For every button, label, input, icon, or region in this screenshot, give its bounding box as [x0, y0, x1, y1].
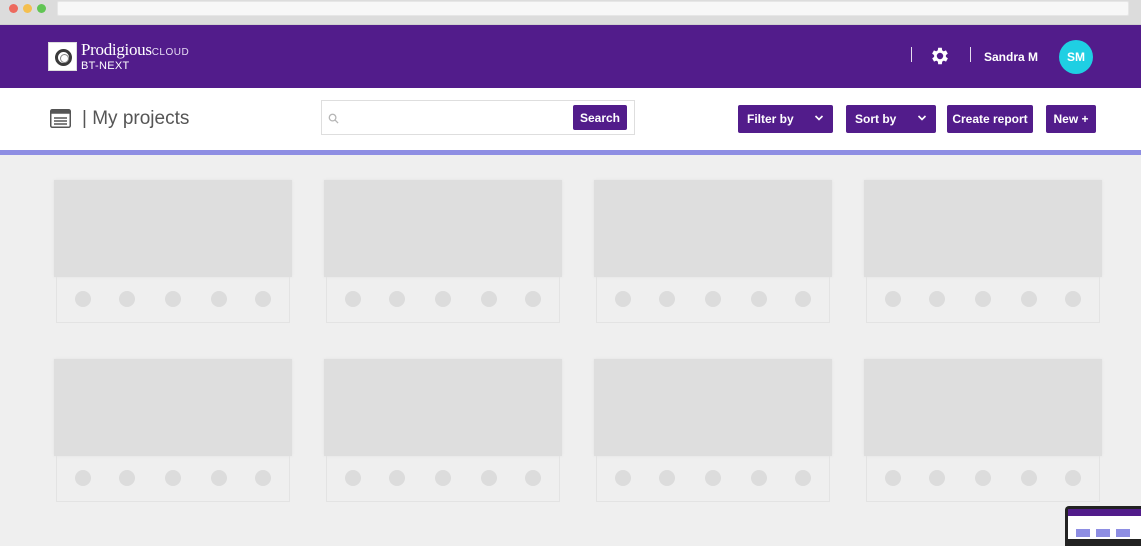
project-card-footer — [866, 277, 1100, 323]
placeholder-dot — [165, 291, 181, 307]
placeholder-dot — [615, 291, 631, 307]
placeholder-dot — [165, 470, 181, 486]
placeholder-dot — [435, 470, 451, 486]
placeholder-dot — [435, 291, 451, 307]
project-thumbnail-placeholder — [864, 359, 1102, 456]
placeholder-dot — [345, 470, 361, 486]
placeholder-dot — [885, 291, 901, 307]
placeholder-dot — [345, 291, 361, 307]
placeholder-dot — [75, 291, 91, 307]
address-bar[interactable] — [57, 1, 1129, 16]
logo-ring-icon — [55, 49, 72, 66]
placeholder-dot — [975, 470, 991, 486]
placeholder-dot — [795, 470, 811, 486]
placeholder-dot — [615, 470, 631, 486]
header-divider — [970, 47, 971, 62]
placeholder-dot — [119, 470, 135, 486]
project-thumbnail-placeholder — [324, 180, 562, 277]
brand-name: ProdigiousCLOUD — [81, 40, 189, 60]
placeholder-dot — [929, 291, 945, 307]
project-card-footer — [866, 456, 1100, 502]
placeholder-dot — [795, 291, 811, 307]
placeholder-dot — [75, 470, 91, 486]
brand-name-text: Prodigious — [81, 40, 152, 59]
placeholder-dot — [525, 291, 541, 307]
brand-logo[interactable] — [48, 42, 77, 71]
placeholder-dot — [751, 291, 767, 307]
project-card-footer — [56, 277, 290, 323]
placeholder-dot — [1065, 291, 1081, 307]
project-card-footer — [596, 456, 830, 502]
placeholder-dot — [525, 470, 541, 486]
sort-by-label: Sort by — [855, 112, 897, 126]
minimize-window-dot[interactable] — [23, 4, 32, 13]
placeholder-dot — [211, 291, 227, 307]
search-button[interactable]: Search — [573, 105, 627, 130]
search-icon — [328, 113, 339, 124]
placeholder-dot — [705, 291, 721, 307]
page-toolbar: | My projects Search Filter by Sort by C… — [0, 88, 1141, 150]
project-thumbnail-placeholder — [594, 180, 832, 277]
placeholder-dot — [1021, 470, 1037, 486]
placeholder-dot — [975, 291, 991, 307]
placeholder-dot — [751, 470, 767, 486]
new-project-label: New + — [1053, 112, 1089, 126]
chevron-down-icon — [814, 115, 824, 121]
create-report-button[interactable]: Create report — [947, 105, 1033, 133]
placeholder-dot — [1065, 470, 1081, 486]
new-project-button[interactable]: New + — [1046, 105, 1096, 133]
filter-by-label: Filter by — [747, 112, 794, 126]
filter-by-dropdown[interactable]: Filter by — [738, 105, 833, 133]
device-preview-thumbnail — [1065, 506, 1141, 546]
app-header: ProdigiousCLOUD BT-NEXT Sandra M SM — [0, 25, 1141, 88]
projects-list-icon — [50, 109, 71, 128]
accent-divider — [0, 150, 1141, 155]
project-thumbnail-placeholder — [864, 180, 1102, 277]
placeholder-dot — [389, 470, 405, 486]
placeholder-dot — [481, 291, 497, 307]
project-thumbnail-placeholder — [324, 359, 562, 456]
placeholder-dot — [211, 470, 227, 486]
close-window-dot[interactable] — [9, 4, 18, 13]
placeholder-dot — [1021, 291, 1037, 307]
maximize-window-dot[interactable] — [37, 4, 46, 13]
browser-chrome — [0, 0, 1141, 25]
project-card-footer — [596, 277, 830, 323]
search-input[interactable] — [344, 103, 589, 132]
chevron-down-icon — [917, 115, 927, 121]
project-card-footer — [56, 456, 290, 502]
header-divider — [911, 47, 912, 62]
search-box: Search — [321, 100, 635, 135]
page-title: | My projects — [82, 108, 190, 129]
brand-suffix: CLOUD — [151, 47, 190, 58]
placeholder-dot — [255, 291, 271, 307]
user-name[interactable]: Sandra M — [984, 50, 1038, 64]
placeholder-dot — [705, 470, 721, 486]
brand-subtitle: BT-NEXT — [81, 60, 130, 72]
placeholder-dot — [659, 291, 675, 307]
placeholder-dot — [119, 291, 135, 307]
sort-by-dropdown[interactable]: Sort by — [846, 105, 936, 133]
placeholder-dot — [885, 470, 901, 486]
avatar[interactable]: SM — [1059, 40, 1093, 74]
project-thumbnail-placeholder — [54, 359, 292, 456]
placeholder-dot — [929, 470, 945, 486]
project-card-footer — [326, 277, 560, 323]
placeholder-dot — [659, 470, 675, 486]
project-card-footer — [326, 456, 560, 502]
gear-icon[interactable] — [929, 45, 951, 67]
project-thumbnail-placeholder — [594, 359, 832, 456]
create-report-label: Create report — [952, 112, 1028, 126]
placeholder-dot — [481, 470, 497, 486]
project-thumbnail-placeholder — [54, 180, 292, 277]
placeholder-dot — [255, 470, 271, 486]
placeholder-dot — [389, 291, 405, 307]
